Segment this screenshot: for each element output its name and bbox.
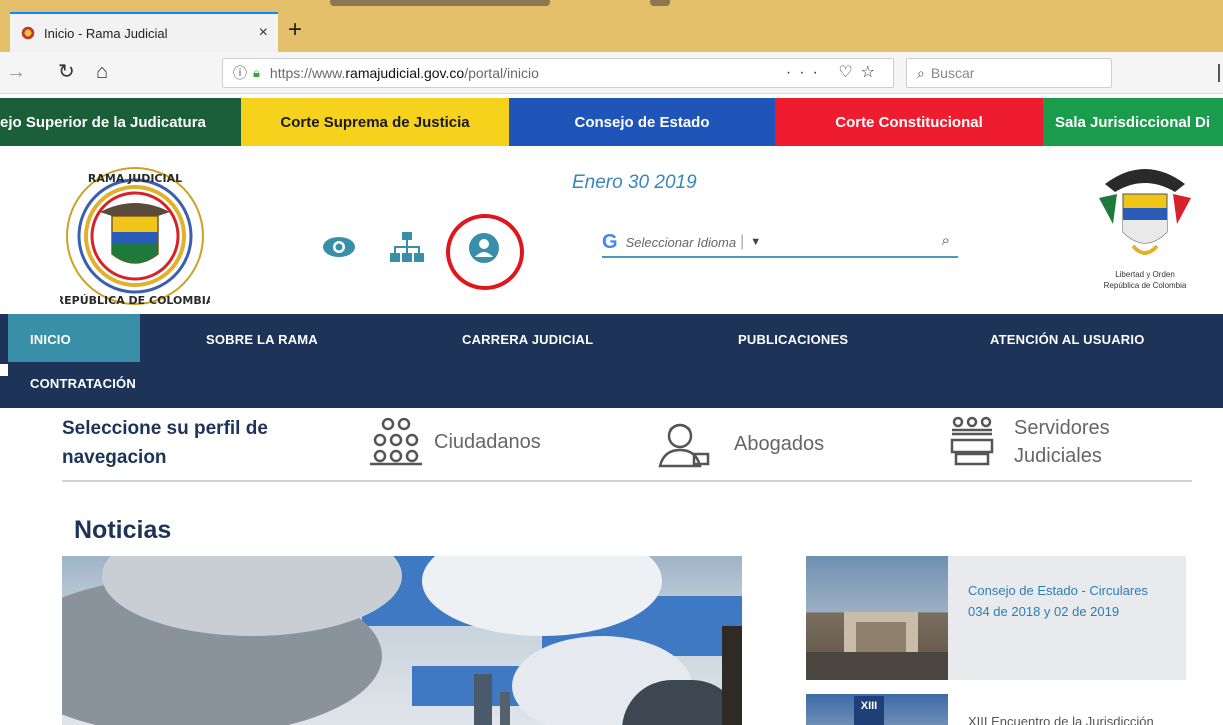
tab-strip-shadow [330, 0, 550, 6]
news-badge: XIII [854, 696, 884, 725]
url-prefix: https://www. [269, 65, 346, 81]
building-silhouette [500, 692, 510, 725]
svg-text:REPÚBLICA DE COLOMBIA: REPÚBLICA DE COLOMBIA [60, 294, 210, 307]
profile-option-servidores-judiciales[interactable]: Servidores Judiciales [946, 414, 1110, 470]
search-icon[interactable]: ⌕ [942, 232, 950, 249]
browser-tab-strip: Inicio - Rama Judicial × + [0, 0, 1223, 52]
link-consejo-estado[interactable]: Consejo de Estado [509, 98, 775, 146]
news-thumbnail: XIII [806, 694, 948, 725]
tab-close-icon[interactable]: × [259, 24, 268, 42]
page-actions[interactable]: ··· ♡☆ [786, 62, 883, 82]
language-select-label: Seleccionar Idioma [625, 234, 737, 250]
bookmark-star-icon[interactable]: ☆ [861, 64, 883, 81]
news-card[interactable]: Consejo de Estado - Circulares 034 de 20… [806, 556, 1186, 680]
highlight-circle-annotation [446, 214, 524, 290]
link-sala-jurisdiccional[interactable]: Sala Jurisdiccional Di [1043, 98, 1223, 146]
news-card-title[interactable]: Consejo de Estado - Circulares 034 de 20… [948, 556, 1168, 680]
profile-label-abogados: Abogados [734, 432, 825, 455]
profile-option-ciudadanos[interactable]: Ciudadanos [366, 418, 541, 466]
news-hero-image[interactable] [62, 556, 742, 725]
rama-judicial-seal-logo[interactable]: RAMA JUDICIAL REPÚBLICA DE COLOMBIA [60, 164, 210, 309]
judicial-servants-icon [950, 416, 994, 466]
new-tab-button[interactable]: + [288, 18, 302, 42]
profile-option-abogados[interactable]: Abogados [654, 420, 824, 468]
main-navigation: INICIO SOBRE LA RAMA CARRERA JUDICIAL PU… [0, 314, 1223, 408]
search-icon: ⌕ [917, 64, 925, 81]
url-bar[interactable]: ⓘ 🔒︎ https://www. ramajudicial.gov.co/por… [222, 58, 894, 88]
building-silhouette [474, 674, 492, 725]
page-actions-menu-icon[interactable]: ··· [786, 64, 826, 81]
coat-of-arms-image [1099, 169, 1191, 255]
nav-contratacion[interactable]: CONTRATACIÓN [30, 376, 136, 391]
nav-inicio[interactable]: INICIO [8, 314, 140, 362]
eye-accessibility-icon[interactable] [322, 236, 356, 258]
link-consejo-superior[interactable]: ejo Superior de la Judicatura [0, 98, 241, 146]
news-card-title[interactable]: XIII Encuentro de la Jurisdicción [948, 694, 1154, 725]
coat-caption-line1: Libertad y Orden [1115, 270, 1175, 279]
nav-atencion-al-usuario[interactable]: ATENCIÓN AL USUARIO [990, 332, 1145, 347]
site-favicon-icon [20, 25, 36, 41]
news-card-title-line1: Consejo de Estado - Circulares [968, 583, 1148, 598]
sitemap-icon[interactable] [390, 230, 424, 264]
chevron-down-icon: ▼ [750, 236, 762, 248]
building-door [856, 622, 906, 652]
news-card-title-line2: 034 de 2018 y 02 de 2019 [968, 604, 1120, 619]
profile-heading-line2: navegacion [62, 447, 167, 468]
forward-icon[interactable]: → [6, 60, 26, 84]
selector-divider: | [740, 233, 745, 250]
profile-heading-line1: Seleccione su perfil de [62, 418, 268, 439]
institution-links: ejo Superior de la Judicatura Corte Supr… [0, 98, 1223, 146]
profile-divider [62, 480, 1192, 482]
tab-strip-shadow [650, 0, 670, 6]
info-icon[interactable]: ⓘ [233, 63, 247, 83]
pocket-icon[interactable]: ♡ [838, 64, 860, 81]
nav-carrera-judicial[interactable]: CARRERA JUDICIAL [462, 332, 593, 347]
link-corte-suprema[interactable]: Corte Suprema de Justicia [241, 98, 509, 146]
side-tab-handle [0, 364, 8, 376]
profile-label-servidores: Servidores Judiciales [1014, 414, 1110, 470]
profile-label-servidores-line2: Judiciales [1014, 445, 1102, 467]
news-heading: Noticias [74, 516, 172, 544]
link-corte-constitucional[interactable]: Corte Constitucional [775, 98, 1043, 146]
coat-caption-line2: República de Colombia [1103, 281, 1187, 290]
lawyer-icon [658, 423, 710, 468]
browser-search-input[interactable]: ⌕ Buscar [906, 58, 1112, 88]
tower-silhouette [722, 626, 742, 725]
language-selector[interactable]: G Seleccionar Idioma | ▼ ⌕ [602, 228, 958, 258]
toolbar-divider [1218, 64, 1220, 82]
colombia-coat-of-arms-logo: Libertad y Orden República de Colombia [1090, 154, 1200, 304]
news-card[interactable]: XIII XIII Encuentro de la Jurisdicción [806, 694, 1186, 725]
current-date: Enero 30 2019 [572, 172, 697, 193]
search-placeholder: Buscar [930, 65, 975, 81]
reload-icon[interactable]: ↻ [58, 60, 75, 84]
google-icon: G [602, 230, 618, 253]
profile-heading: Seleccione su perfil de navegacion [62, 414, 268, 472]
browser-toolbar: → ↻ ⌂ ⓘ 🔒︎ https://www. ramajudicial.gov.… [0, 52, 1223, 94]
svg-text:RAMA JUDICIAL: RAMA JUDICIAL [88, 172, 182, 185]
browser-tab-active[interactable]: Inicio - Rama Judicial × [10, 12, 278, 52]
nav-publicaciones[interactable]: PUBLICACIONES [738, 332, 848, 347]
news-thumbnail [806, 556, 948, 680]
url-path: /portal/inicio [464, 65, 539, 81]
citizens-icon [370, 418, 422, 466]
tab-title: Inicio - Rama Judicial [44, 25, 168, 41]
plaza-ground [806, 652, 948, 680]
home-icon[interactable]: ⌂ [96, 60, 108, 84]
lock-icon[interactable]: 🔒︎ [253, 65, 260, 81]
url-domain: ramajudicial.gov.co [345, 65, 465, 81]
profile-label-servidores-line1: Servidores [1014, 417, 1110, 439]
profile-label-ciudadanos: Ciudadanos [434, 430, 541, 453]
nav-sobre-la-rama[interactable]: SOBRE LA RAMA [206, 332, 318, 347]
site-header: RAMA JUDICIAL REPÚBLICA DE COLOMBIA Ener… [0, 146, 1223, 314]
